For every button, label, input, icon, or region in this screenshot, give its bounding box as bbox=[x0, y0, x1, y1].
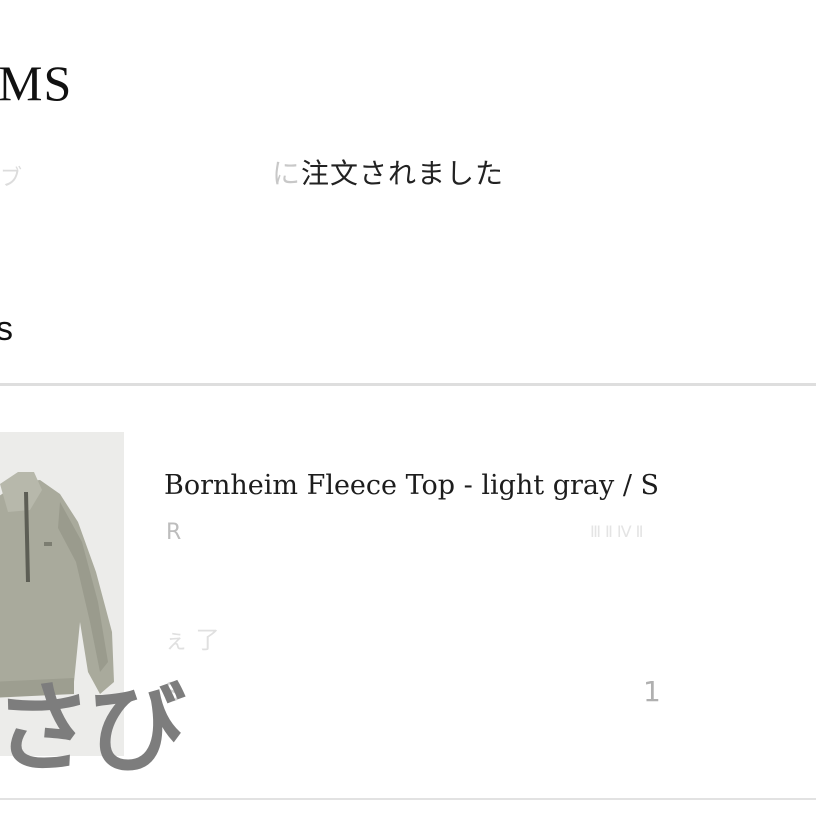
watermark-text: さび bbox=[0, 672, 186, 786]
section-heading: s bbox=[0, 310, 13, 348]
item-quantity: 1 bbox=[643, 675, 661, 708]
order-notice-text: 注文されました bbox=[301, 157, 505, 190]
redacted-detail-1: R bbox=[166, 520, 182, 545]
divider-top bbox=[0, 383, 816, 386]
order-notice-faded: に bbox=[272, 157, 302, 190]
redacted-detail-2: ぇ 了 bbox=[164, 626, 220, 654]
product-title[interactable]: Bornheim Fleece Top - light gray / S bbox=[164, 470, 659, 502]
divider-bottom bbox=[0, 798, 816, 800]
redacted-detail-1b: ⅢⅡⅣⅡ bbox=[590, 522, 648, 541]
brand-logo: MS bbox=[0, 55, 73, 111]
order-notice: に注文されました bbox=[272, 160, 504, 188]
faint-mark: ブ bbox=[0, 166, 23, 191]
